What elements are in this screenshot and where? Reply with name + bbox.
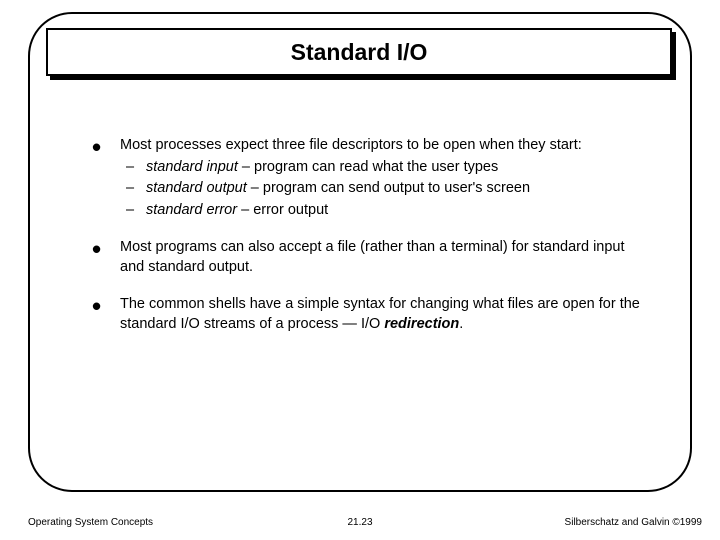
- footer-right: Silberschatz and Galvin ©1999: [565, 517, 702, 528]
- bullet-3-pre: The common shells have a simple syntax f…: [120, 296, 640, 332]
- sub-2: standard output – program can send outpu…: [120, 179, 652, 199]
- bullet-1-text: Most processes expect three file descrip…: [120, 137, 582, 153]
- sub-3: standard error – error output: [120, 201, 652, 221]
- bullet-3-em: redirection: [384, 316, 459, 332]
- sub-1: standard input – program can read what t…: [120, 158, 652, 178]
- sub-2-rest: – program can send output to user's scre…: [247, 180, 530, 196]
- bullet-3: The common shells have a simple syntax f…: [92, 295, 652, 334]
- sub-2-label: standard output: [146, 180, 247, 196]
- slide-content: Most processes expect three file descrip…: [92, 136, 652, 353]
- slide-title: Standard I/O: [46, 28, 672, 76]
- bullet-2-text: Most programs can also accept a file (ra…: [120, 239, 625, 275]
- sub-1-label: standard input: [146, 159, 238, 175]
- sub-1-rest: – program can read what the user types: [238, 159, 498, 175]
- sub-3-rest: – error output: [237, 202, 328, 218]
- bullet-3-post: .: [459, 316, 463, 332]
- bullet-2: Most programs can also accept a file (ra…: [92, 238, 652, 277]
- bullet-1: Most processes expect three file descrip…: [92, 136, 652, 220]
- sub-3-label: standard error: [146, 202, 237, 218]
